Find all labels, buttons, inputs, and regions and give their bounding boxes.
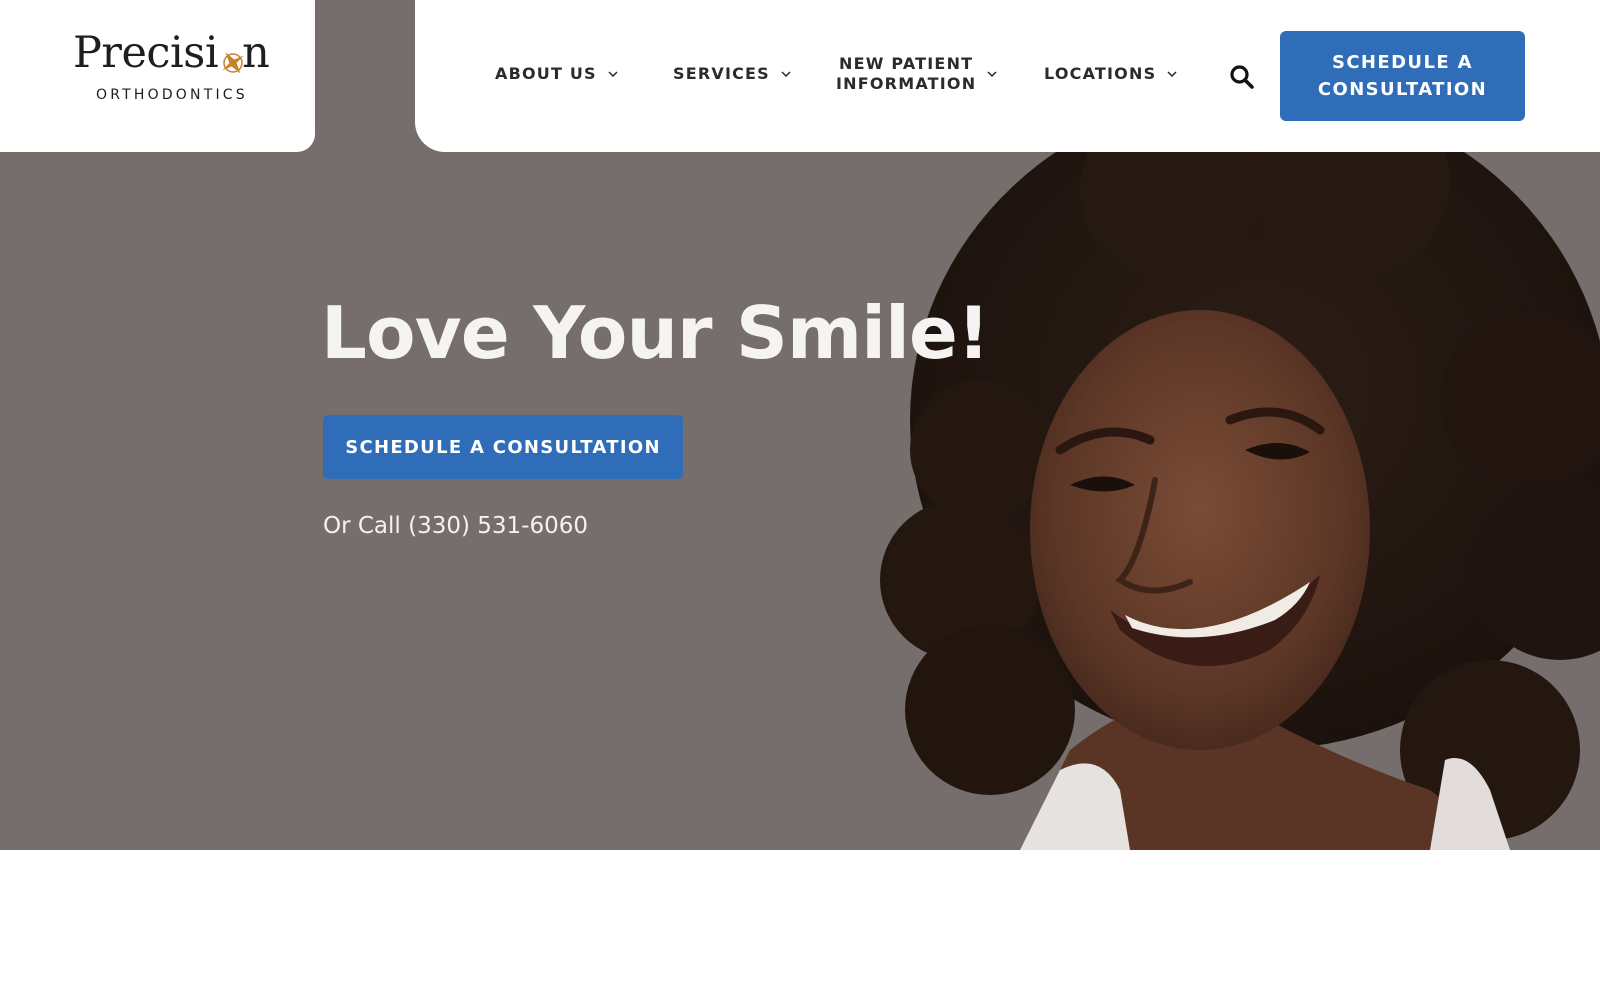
- nav-item-label: ABOUT US: [495, 64, 597, 83]
- nav-item-label: SERVICES: [673, 64, 770, 83]
- button-label: SCHEDULE A CONSULTATION: [1318, 49, 1487, 103]
- hero-phone-link[interactable]: Or Call (330) 531-6060: [323, 513, 588, 539]
- nav-item-locations[interactable]: LOCATIONS: [1044, 64, 1177, 84]
- hero-smiling-woman-photo: [880, 150, 1600, 850]
- button-label-line2: CONSULTATION: [1317, 79, 1488, 100]
- nav-item-label: LOCATIONS: [1044, 64, 1157, 83]
- nav-item-about-us[interactable]: ABOUT US: [495, 64, 618, 84]
- chevron-down-icon: [987, 71, 997, 77]
- chevron-down-icon: [781, 71, 791, 77]
- logo[interactable]: Precisi n ORTHODONTICS: [0, 0, 315, 152]
- compass-star-icon: [222, 52, 244, 74]
- nav-item-label-line2: INFORMATION: [836, 74, 977, 93]
- logo-tagline: ORTHODONTICS: [96, 87, 248, 103]
- button-label-line1: SCHEDULE A: [1331, 52, 1474, 73]
- nav-item-services[interactable]: SERVICES: [673, 64, 791, 84]
- chevron-down-icon: [1167, 71, 1177, 77]
- nav-item-new-patient-information[interactable]: NEW PATIENT INFORMATION: [836, 54, 997, 94]
- hero-headline: Love Your Smile!: [321, 291, 990, 375]
- search-icon[interactable]: [1229, 64, 1255, 90]
- schedule-consultation-header-button[interactable]: SCHEDULE A CONSULTATION: [1280, 31, 1525, 121]
- nav-item-label-line1: NEW PATIENT: [839, 54, 974, 73]
- nav-item-label: NEW PATIENT INFORMATION: [836, 54, 976, 94]
- chevron-down-icon: [608, 71, 618, 77]
- schedule-consultation-hero-button[interactable]: SCHEDULE A CONSULTATION: [323, 415, 683, 479]
